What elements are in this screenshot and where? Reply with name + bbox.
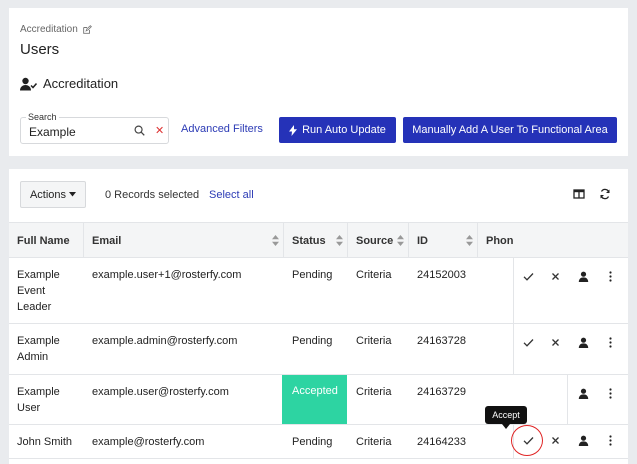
row-actions	[513, 258, 628, 323]
caret-down-icon	[69, 192, 77, 197]
more-options-icon[interactable]	[605, 388, 616, 399]
reject-close-icon[interactable]	[550, 271, 561, 282]
sort-icon[interactable]	[272, 235, 279, 246]
user-profile-icon[interactable]	[578, 388, 589, 399]
columns-icon[interactable]	[573, 188, 585, 200]
section-title: Accreditation	[43, 76, 119, 91]
id-cell: 24164233	[417, 436, 466, 448]
search-icon[interactable]	[134, 125, 145, 136]
more-options-icon[interactable]	[605, 271, 616, 282]
sort-icon[interactable]	[336, 235, 343, 246]
table-row: Example Admin example.admin@rosterfy.com…	[9, 324, 628, 375]
user-profile-icon[interactable]	[578, 435, 589, 446]
table-header: Full Name Email Status Source ID Phon	[9, 222, 628, 258]
full-name-cell: Example Admin	[17, 335, 60, 363]
breadcrumb: Accreditation	[20, 24, 92, 35]
more-options-icon[interactable]	[605, 435, 616, 446]
users-table-card: Actions 0 Records selected Select all Fu…	[9, 169, 628, 464]
advanced-filters-link[interactable]: Advanced Filters	[181, 123, 263, 135]
source-cell: Criteria	[356, 269, 392, 281]
status-cell: Pending	[292, 269, 333, 281]
full-name-cell: Example Event Leader	[17, 269, 60, 313]
search-box: Search ✕	[20, 112, 169, 144]
email-cell: example@rosterfy.com	[92, 436, 205, 448]
records-selected: 0 Records selected	[105, 189, 200, 201]
row-actions	[513, 324, 628, 374]
id-cell: 24163729	[417, 386, 466, 398]
section-heading: Accreditation	[20, 76, 118, 91]
search-input[interactable]	[29, 125, 129, 139]
actions-dropdown[interactable]: Actions	[20, 181, 86, 208]
sort-icon[interactable]	[397, 235, 404, 246]
run-auto-update-button[interactable]: Run Auto Update	[279, 117, 396, 143]
refresh-icon[interactable]	[599, 188, 611, 200]
row-actions	[567, 375, 628, 424]
highlight-ring	[511, 425, 543, 456]
user-profile-icon[interactable]	[578, 337, 589, 348]
table-row: Example User example.user@rosterfy.com A…	[9, 375, 628, 425]
column-header-full-name[interactable]: Full Name	[9, 223, 84, 258]
email-cell: example.user+1@rosterfy.com	[92, 269, 242, 281]
reject-close-icon[interactable]	[550, 435, 561, 446]
clear-search-icon[interactable]: ✕	[155, 124, 164, 138]
source-cell: Criteria	[356, 436, 392, 448]
manual-add-user-label: Manually Add A User To Functional Area	[412, 124, 608, 136]
column-header-id[interactable]: ID	[409, 223, 478, 258]
column-header-status[interactable]: Status	[284, 223, 348, 258]
status-badge-accepted: Accepted	[282, 375, 347, 424]
manual-add-user-button[interactable]: Manually Add A User To Functional Area	[403, 117, 617, 143]
more-options-icon[interactable]	[605, 337, 616, 348]
column-header-source[interactable]: Source	[348, 223, 409, 258]
sort-icon[interactable]	[466, 235, 473, 246]
accept-check-icon[interactable]	[523, 271, 534, 282]
header-card: Accreditation Users Accreditation Search…	[9, 8, 628, 156]
page-title: Users	[20, 41, 60, 58]
reject-close-icon[interactable]	[550, 337, 561, 348]
accept-tooltip: Accept	[485, 406, 527, 429]
user-profile-icon[interactable]	[578, 271, 589, 282]
source-cell: Criteria	[356, 335, 392, 347]
table-row: Example Event Leader example.user+1@rost…	[9, 258, 628, 324]
run-auto-update-label: Run Auto Update	[302, 124, 386, 136]
full-name-cell: Example User	[17, 386, 60, 414]
select-all-link[interactable]: Select all	[209, 189, 254, 201]
search-label: Search	[26, 112, 59, 122]
email-cell: example.user@rosterfy.com	[92, 386, 229, 398]
id-cell: 24152003	[417, 269, 466, 281]
id-cell: 24163728	[417, 335, 466, 347]
email-cell: example.admin@rosterfy.com	[92, 335, 238, 347]
full-name-cell: John Smith	[17, 436, 73, 448]
breadcrumb-label[interactable]: Accreditation	[20, 24, 78, 35]
edit-icon[interactable]	[82, 24, 92, 35]
status-cell: Pending	[292, 335, 333, 347]
status-cell: Pending	[292, 436, 333, 448]
column-header-phone[interactable]: Phon	[478, 223, 628, 258]
accept-check-icon[interactable]	[523, 337, 534, 348]
actions-label: Actions	[29, 188, 67, 201]
column-header-email[interactable]: Email	[84, 223, 284, 258]
user-check-icon	[20, 77, 37, 90]
lightning-icon	[289, 124, 298, 136]
source-cell: Criteria	[356, 386, 392, 398]
